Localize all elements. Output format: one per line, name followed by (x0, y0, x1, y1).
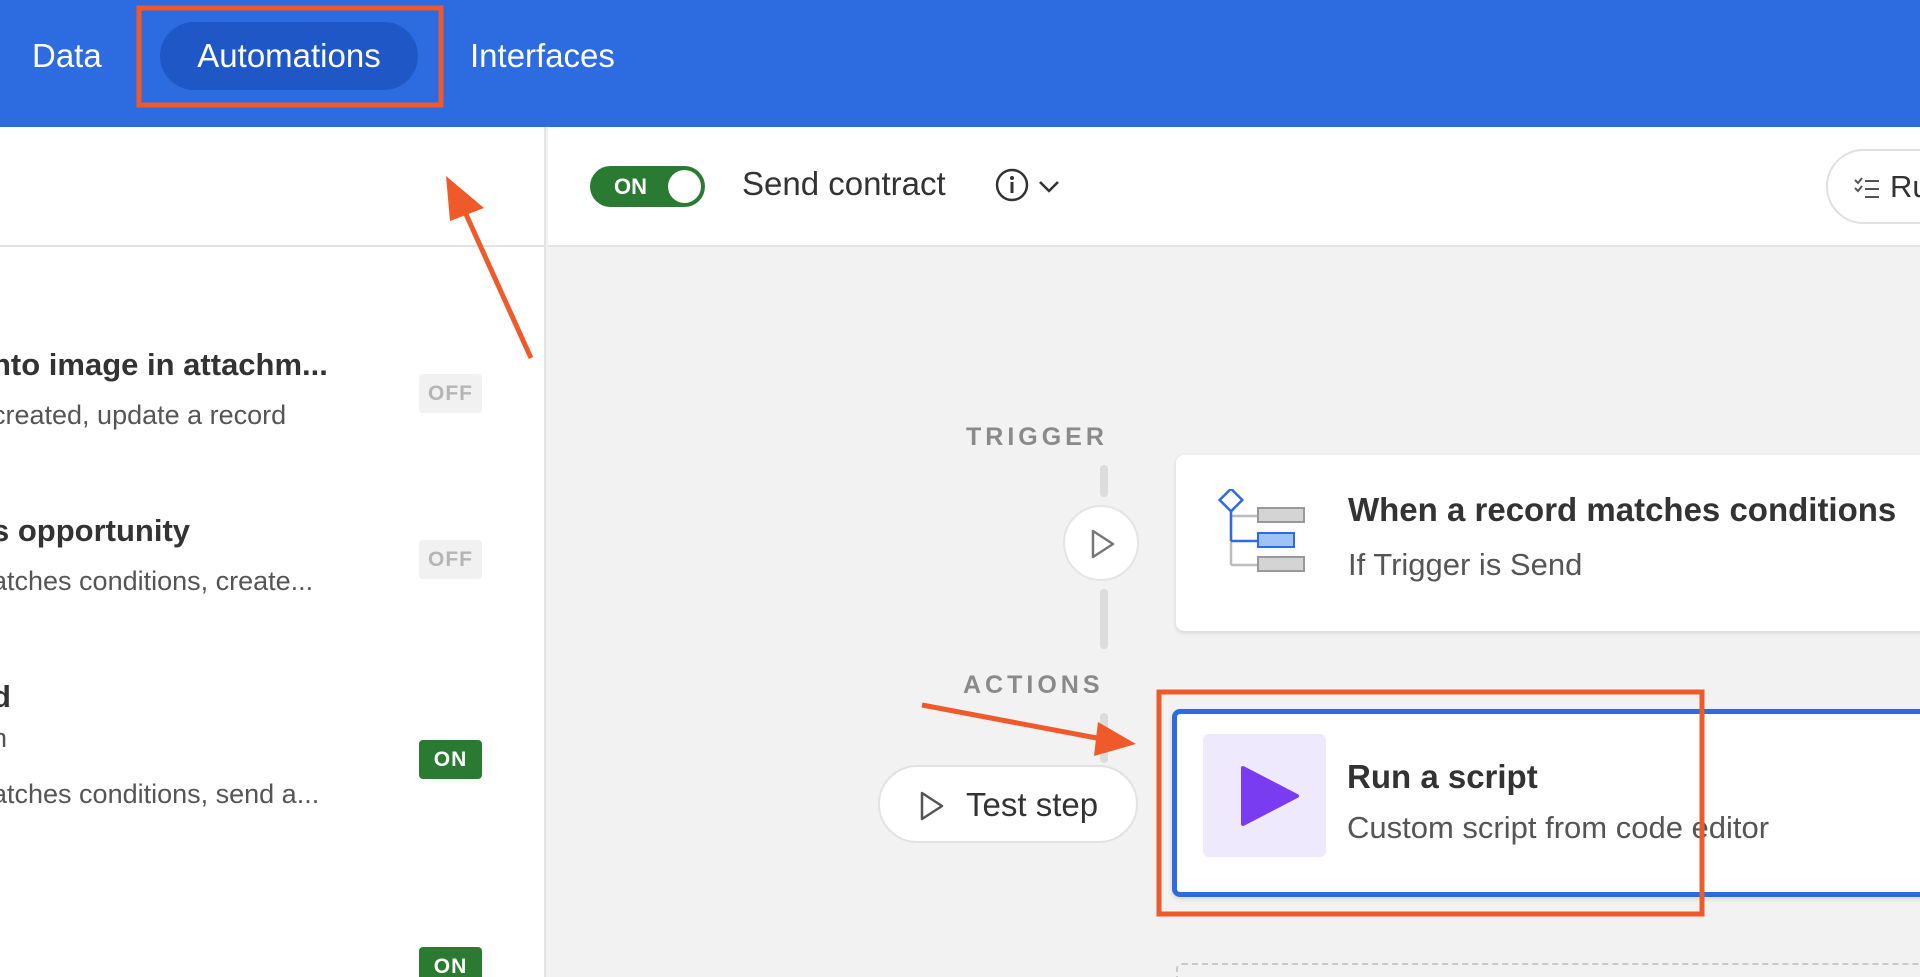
automation-title: s opportunity (0, 513, 191, 548)
play-icon (1091, 529, 1115, 559)
test-trigger-button[interactable] (1063, 505, 1139, 581)
status-badge: OFF (419, 540, 482, 579)
action-card-run-script[interactable]: Run a script Custom script from code edi… (1172, 709, 1920, 897)
automation-subtitle: n (0, 723, 7, 754)
automation-list-item[interactable]: d n atches conditions, send a... ON (0, 679, 544, 849)
automation-name[interactable]: Send contract (742, 165, 946, 203)
automation-list-item[interactable]: ON (0, 947, 544, 977)
test-step-button[interactable]: Test step (878, 765, 1138, 843)
status-badge: ON (419, 947, 482, 977)
play-icon (1241, 766, 1299, 826)
automations-sidebar: nto image in attachm... created, update … (0, 127, 546, 977)
workflow-canvas: TRIGGER ACTIONS When a record matches co… (548, 249, 1920, 977)
run-history-label: Ru (1890, 169, 1920, 204)
automation-list-item[interactable]: s opportunity atches conditions, create.… (0, 513, 544, 643)
automation-subtitle: atches conditions, send a... (0, 779, 320, 809)
connector-line (1100, 465, 1108, 497)
info-icon[interactable] (994, 167, 1030, 203)
list-check-icon (1854, 177, 1879, 198)
tab-automations[interactable]: Automations (160, 22, 418, 90)
trigger-section-label: TRIGGER (966, 423, 1108, 451)
actions-section-label: ACTIONS (963, 671, 1104, 699)
trigger-card[interactable]: When a record matches conditions If Trig… (1176, 455, 1920, 631)
action-title: Run a script (1347, 758, 1538, 795)
automation-title: d (0, 679, 11, 715)
trigger-title: When a record matches conditions (1348, 491, 1897, 528)
tab-data[interactable]: Data (32, 22, 102, 90)
toggle-knob (668, 170, 701, 203)
status-badge: ON (419, 740, 482, 779)
top-navigation-bar: Data Automations Interfaces (0, 0, 1920, 127)
sidebar-header (0, 127, 544, 247)
add-action-placeholder[interactable] (1176, 963, 1920, 977)
toggle-label: ON (614, 174, 647, 199)
automation-on-toggle[interactable]: ON (590, 166, 705, 207)
automation-list-item[interactable]: nto image in attachm... created, update … (0, 347, 544, 477)
conditions-icon (1218, 489, 1305, 572)
automation-subtitle: atches conditions, create... (0, 566, 314, 596)
status-badge: OFF (419, 374, 482, 413)
automation-title: nto image in attachm... (0, 347, 328, 382)
run-history-button[interactable]: Ru (1826, 149, 1920, 224)
play-icon (920, 791, 944, 821)
trigger-subtitle: If Trigger is Send (1348, 547, 1583, 582)
chevron-down-icon[interactable] (1036, 175, 1062, 197)
tab-interfaces[interactable]: Interfaces (470, 22, 615, 90)
action-subtitle: Custom script from code editor (1347, 810, 1770, 845)
automation-subtitle: created, update a record (0, 400, 287, 430)
automation-header: ON Send contract Ru (548, 127, 1920, 247)
test-step-label: Test step (966, 786, 1099, 823)
connector-line (1100, 713, 1108, 763)
script-icon-tile (1203, 734, 1326, 857)
connector-line (1100, 589, 1108, 649)
